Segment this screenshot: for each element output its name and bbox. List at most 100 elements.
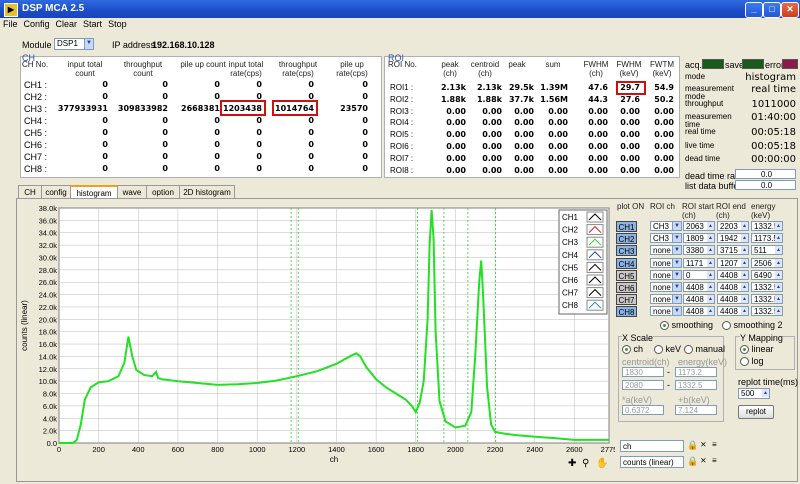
plot-toggle-ch2[interactable]: CH2 — [616, 233, 637, 245]
roi-end-field[interactable]: 3715 ▲ — [717, 245, 749, 256]
plot-toggle-ch5[interactable]: CH5 — [616, 269, 637, 281]
menu-stop[interactable]: Stop — [105, 18, 130, 30]
pan-hand-icon[interactable]: ✋ — [596, 458, 608, 469]
spin-arrows-icon[interactable]: ▲ — [775, 295, 782, 304]
close-button[interactable]: ✕ — [781, 2, 799, 18]
module-select[interactable]: DSP1 ▼ — [54, 38, 94, 50]
plot-toggle-ch6[interactable]: CH6 — [616, 282, 637, 293]
x-scale-kev-radio[interactable] — [654, 345, 663, 355]
x-scale-kev-option[interactable]: keV — [654, 344, 681, 355]
spin-arrows-icon[interactable]: ▲ — [775, 270, 782, 279]
a-field[interactable]: 0.6372 — [622, 405, 664, 415]
chevron-down-icon[interactable]: ▼ — [672, 283, 681, 291]
roi-end-field[interactable]: 4408 ▲ — [717, 294, 749, 305]
roi-end-field[interactable]: 1207 ▲ — [717, 257, 749, 268]
x-scale-ch-option[interactable]: ch — [622, 344, 643, 355]
roi-energy-field[interactable]: 1332.5 ▲ — [751, 294, 783, 305]
crosshair-icon[interactable]: ✚ — [568, 458, 576, 469]
chevron-down-icon[interactable]: ▼ — [84, 39, 93, 49]
histogram-chart[interactable]: 0.0 2.0k 4.0k 6.0k 8.0k 10.0k 12.0k 14.0k 16.0k 1… — [17, 200, 615, 470]
roi-energy-field[interactable]: 6490 ▲ — [751, 269, 783, 280]
centroid1-field[interactable]: 1830 — [622, 367, 664, 377]
chevron-down-icon[interactable]: ▼ — [672, 270, 681, 279]
chevron-down-icon[interactable]: ▼ — [672, 258, 681, 267]
spin-arrows-icon[interactable]: ▲ — [707, 234, 714, 243]
spin-arrows-icon[interactable]: ▲ — [741, 246, 748, 255]
tab-wave[interactable]: wave — [117, 185, 147, 199]
spin-arrows-icon[interactable]: ▲ — [707, 283, 714, 291]
spin-arrows-icon[interactable]: ▲ — [775, 222, 782, 230]
plot-toggle-ch3[interactable]: CH3 — [616, 245, 637, 257]
spin-arrows-icon[interactable]: ▲ — [741, 295, 748, 304]
centroid2-field[interactable]: 2080 — [622, 380, 664, 390]
roi-start-field[interactable]: 4408 ▲ — [683, 294, 715, 305]
tab-ch[interactable]: CH — [18, 185, 42, 199]
roi-end-field[interactable]: 4408 ▲ — [717, 306, 749, 317]
cursor-y-field[interactable]: counts (linear) — [620, 456, 684, 468]
roi-end-field[interactable]: 4408 ▲ — [717, 282, 749, 292]
zoom-icon[interactable]: ⚲ — [582, 458, 589, 469]
chevron-down-icon[interactable]: ▼ — [672, 307, 681, 316]
roi-start-field[interactable]: 1809 ▲ — [683, 233, 715, 244]
tab-config[interactable]: config — [41, 185, 71, 199]
roi-ch-select[interactable]: none ▼ — [650, 282, 682, 292]
roi-energy-field[interactable]: 1332.5 ▲ — [751, 306, 783, 317]
spin-arrows-icon[interactable]: ▲ — [775, 246, 782, 255]
spin-arrows-icon[interactable]: ▲ — [741, 234, 748, 243]
energy1-field[interactable]: 1173.2 — [675, 367, 717, 377]
roi-ch-select[interactable]: none ▼ — [650, 257, 682, 268]
roi-energy-field[interactable]: 2506 ▲ — [751, 257, 783, 268]
spin-arrows-icon[interactable]: ▲ — [707, 258, 714, 267]
plot-toggle-ch4[interactable]: CH4 — [616, 257, 637, 269]
menu-file[interactable]: File — [0, 18, 21, 30]
roi-end-field[interactable]: 1942 ▲ — [717, 233, 749, 244]
menu-start[interactable]: Start — [80, 18, 105, 30]
y-linear-radio[interactable] — [740, 345, 749, 355]
roi-ch-select[interactable]: CH3 ▼ — [650, 233, 682, 244]
x-scale-ch-radio[interactable] — [622, 345, 631, 355]
spin-arrows-icon[interactable]: ▲ — [775, 258, 782, 267]
plot-toggle-ch7[interactable]: CH7 — [616, 294, 637, 306]
roi-ch-select[interactable]: none ▼ — [650, 294, 682, 305]
roi-energy-field[interactable]: 1332.5 ▲ — [751, 221, 783, 231]
menu-clear[interactable]: Clear — [53, 18, 81, 30]
roi-start-field[interactable]: 1171 ▲ — [683, 257, 715, 268]
x-scale-manual-option[interactable]: manual — [684, 344, 725, 355]
chevron-down-icon[interactable]: ▼ — [672, 295, 681, 304]
tab-option[interactable]: option — [146, 185, 180, 199]
maximize-button[interactable]: □ — [763, 2, 781, 18]
spin-arrows-icon[interactable]: ▲ — [741, 258, 748, 267]
spin-arrows-icon[interactable]: ▲ — [741, 307, 748, 316]
roi-ch-select[interactable]: none ▼ — [650, 306, 682, 317]
replot-time-field[interactable]: 500 ▲ — [738, 388, 770, 399]
roi-start-field[interactable]: 0 ▲ — [683, 269, 715, 280]
plot-toggle-ch1[interactable]: CH1 — [616, 221, 637, 232]
roi-energy-field[interactable]: 511 ▲ — [751, 245, 783, 256]
spin-arrows-icon[interactable]: ▲ — [775, 234, 782, 243]
cursor-x-field[interactable]: ch — [620, 440, 684, 452]
roi-end-field[interactable]: 4408 ▲ — [717, 269, 749, 280]
spin-arrows-icon[interactable]: ▲ — [707, 307, 714, 316]
b-field[interactable]: 7.124 — [675, 405, 717, 415]
roi-end-field[interactable]: 2203 ▲ — [717, 221, 749, 231]
energy2-field[interactable]: 1332.5 — [675, 380, 717, 390]
format-y-icon[interactable]: ⨯ — [700, 456, 707, 465]
smoothing-radio[interactable] — [660, 321, 669, 331]
precision-y-icon[interactable]: ≡ — [712, 456, 717, 465]
roi-ch-select[interactable]: none ▼ — [650, 245, 682, 256]
chevron-down-icon[interactable]: ▼ — [672, 246, 681, 255]
roi-energy-field[interactable]: 1332.5 ▲ — [751, 282, 783, 292]
lock-icon[interactable]: 🔒 — [687, 440, 698, 451]
chevron-down-icon[interactable]: ▼ — [672, 234, 681, 243]
spin-arrows-icon[interactable]: ▲ — [707, 246, 714, 255]
spin-arrows-icon[interactable]: ▲ — [707, 222, 714, 230]
smoothing-option[interactable]: smoothing — [660, 320, 713, 331]
roi-ch-select[interactable]: none ▼ — [650, 269, 682, 280]
y-linear-option[interactable]: linear — [740, 344, 774, 355]
chevron-down-icon[interactable]: ▼ — [672, 222, 681, 230]
smoothing2-option[interactable]: smoothing 2 — [722, 320, 783, 331]
format-x-icon[interactable]: ⨯ — [700, 440, 707, 449]
spin-arrows-icon[interactable]: ▲ — [741, 222, 748, 230]
roi-start-field[interactable]: 4408 ▲ — [683, 306, 715, 317]
x-scale-manual-radio[interactable] — [684, 345, 693, 355]
